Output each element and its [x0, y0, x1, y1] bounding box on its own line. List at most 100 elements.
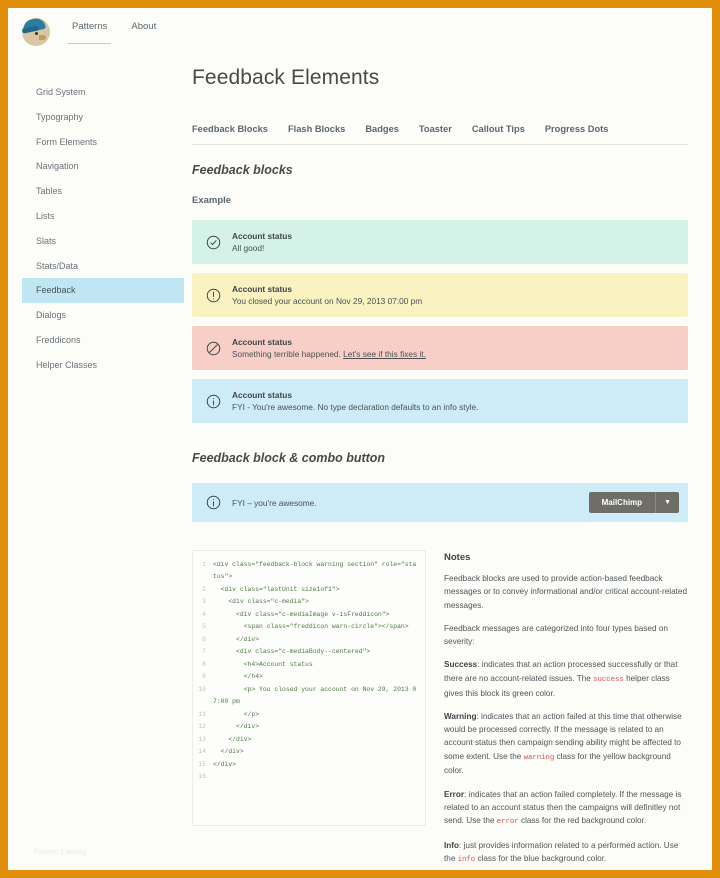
notes-paragraph-2: Feedback messages are categorized into f… [444, 623, 668, 647]
code-line-text: </div> [213, 748, 244, 756]
code-line-text: </div> [213, 723, 260, 731]
sidebar-item-freddicons[interactable]: Freddicons [22, 328, 184, 353]
code-line-number: 6 [202, 635, 206, 643]
sidebar-item-slats[interactable]: Slats [22, 229, 184, 254]
sidebar: Grid System Typography Form Elements Nav… [8, 66, 184, 870]
sidebar-item-helper-classes[interactable]: Helper Classes [22, 353, 184, 378]
feedback-block-warning: Account status You closed your account o… [192, 273, 688, 317]
code-line-number: 10 [198, 685, 206, 693]
feedback-block-body: Account status All good! [232, 231, 674, 253]
feedback-block-body: Account status You closed your account o… [232, 284, 674, 306]
code-line-text: </div> [213, 635, 260, 643]
code-line: 8 <h4>Account status [193, 659, 419, 671]
code-line-text: <div class="lastUnit size1of1"> [213, 585, 340, 593]
code-line-text [213, 771, 419, 783]
footer-label: Pattern Catalog [34, 847, 87, 856]
code-line: 11 </p> [193, 709, 419, 721]
code-line-number: 12 [198, 723, 206, 731]
info-circle-icon [206, 495, 221, 510]
code-line-number: 3 [202, 598, 206, 606]
main-content: Feedback Elements Feedback Blocks Flash … [184, 66, 712, 870]
code-block[interactable]: 1 <div class="feedback-block warning sect… [192, 550, 426, 826]
code-line-text: <div class="feedback-block warning secti… [213, 561, 417, 581]
feedback-block-title: Account status [232, 284, 292, 294]
tab-badges[interactable]: Badges [365, 124, 399, 134]
notes-label-warning: Warning [444, 711, 477, 721]
code-line-number: 4 [202, 610, 206, 618]
sidebar-item-grid-system[interactable]: Grid System [22, 80, 184, 105]
feedback-block-text: Something terrible happened. Let's see i… [232, 349, 674, 359]
code-token-warning: warning [523, 753, 555, 762]
code-line-number: 13 [198, 735, 206, 743]
section-title-combo-button: Feedback block & combo button [192, 451, 386, 465]
feedback-block-combo: FYI – you're awesome. MailChimp ▼ [192, 483, 688, 522]
combo-button[interactable]: MailChimp ▼ [588, 492, 679, 513]
notes-paragraph-success: Success: indicates that an action proces… [444, 660, 678, 698]
code-line: 16 [193, 771, 419, 783]
code-line-number: 8 [202, 660, 206, 668]
tab-progress-dots[interactable]: Progress Dots [545, 124, 609, 134]
tab-feedback-blocks[interactable]: Feedback Blocks [192, 124, 268, 134]
notes-label-success: Success [444, 660, 478, 670]
feedback-block-error: Account status Something terrible happen… [192, 326, 688, 370]
notes-paragraph-info: Info: just provides information related … [444, 841, 679, 865]
code-line: 14 </div> [193, 746, 419, 758]
code-line-text: <h4>Account status [213, 660, 313, 668]
code-line: 7 <div class="c-mediaBody--centered"> [193, 646, 419, 658]
tab-bar: Feedback Blocks Flash Blocks Badges Toas… [192, 124, 688, 145]
combo-button-label[interactable]: MailChimp [588, 492, 657, 513]
app-page: Patterns About Grid System Typography Fo… [8, 8, 712, 870]
mailchimp-freddie-logo-icon[interactable] [22, 18, 50, 46]
tab-toaster[interactable]: Toaster [419, 124, 452, 134]
sidebar-item-stats-data[interactable]: Stats/Data [22, 254, 184, 279]
feedback-block-link[interactable]: Let's see if this fixes it. [343, 349, 426, 359]
code-line: 4 <div class="c-mediaImage v-isFreddicon… [193, 609, 419, 621]
section-title-feedback-blocks: Feedback blocks [192, 163, 293, 177]
tab-callout-tips[interactable]: Callout Tips [472, 124, 525, 134]
code-line: 6 </div> [193, 634, 419, 646]
feedback-block-body: Account status Something terrible happen… [232, 337, 674, 359]
code-line: 3 <div class="c-media"> [193, 596, 419, 608]
code-line-number: 7 [202, 648, 206, 656]
code-line-number: 2 [202, 585, 206, 593]
code-line-text: </p> [213, 710, 260, 718]
feedback-block-body: Account status FYI - You're awesome. No … [232, 390, 674, 412]
code-line-text: <div class="c-mediaImage v-isFreddicon"> [213, 610, 390, 618]
feedback-block-title: Account status [232, 231, 292, 241]
sidebar-item-typography[interactable]: Typography [22, 105, 184, 130]
feedback-block-title: Account status [232, 337, 292, 347]
sidebar-item-dialogs[interactable]: Dialogs [22, 303, 184, 328]
code-and-notes: 1 <div class="feedback-block warning sect… [192, 550, 688, 870]
code-line: 9 </h4> [193, 671, 419, 683]
tab-flash-blocks[interactable]: Flash Blocks [288, 124, 345, 134]
code-line-text: <p> You closed your account on Nov 29, 2… [213, 685, 417, 706]
sidebar-item-lists[interactable]: Lists [22, 204, 184, 229]
chevron-down-icon[interactable]: ▼ [656, 492, 679, 513]
code-line-number: 5 [202, 623, 206, 631]
notes-paragraph-error: Error: indicates that an action failed c… [444, 789, 682, 827]
content-area: Grid System Typography Form Elements Nav… [8, 48, 712, 870]
sidebar-item-form-elements[interactable]: Form Elements [22, 130, 184, 155]
sidebar-item-navigation[interactable]: Navigation [22, 154, 184, 179]
code-line-number: 15 [198, 760, 206, 768]
top-bar: Patterns About [8, 8, 712, 48]
notes-paragraph-1: Feedback blocks are used to provide acti… [444, 574, 688, 610]
warn-circle-icon [206, 288, 221, 303]
code-line-text: <div class="c-mediaBody--centered"> [213, 648, 371, 656]
code-line: 2 <div class="lastUnit size1of1"> [193, 584, 419, 596]
code-line-number: 14 [198, 748, 206, 756]
notes-heading: Notes [444, 552, 471, 563]
sidebar-item-tables[interactable]: Tables [22, 179, 184, 204]
notes-label-error: Error [444, 789, 465, 799]
feedback-block-text: You closed your account on Nov 29, 2013 … [232, 296, 423, 306]
feedback-block-text: All good! [232, 243, 265, 253]
sidebar-item-feedback[interactable]: Feedback [22, 278, 184, 304]
topnav-item-patterns[interactable]: Patterns [67, 21, 112, 44]
code-line: 1 <div class="feedback-block warning sect… [193, 559, 419, 584]
code-line-text: <div class="c-media"> [213, 598, 309, 606]
notes-label-info: Info [444, 841, 460, 851]
topnav-item-about[interactable]: About [131, 21, 156, 44]
code-line-text: </h4> [213, 673, 263, 681]
block-circle-icon [206, 341, 221, 356]
check-circle-icon [206, 235, 221, 250]
